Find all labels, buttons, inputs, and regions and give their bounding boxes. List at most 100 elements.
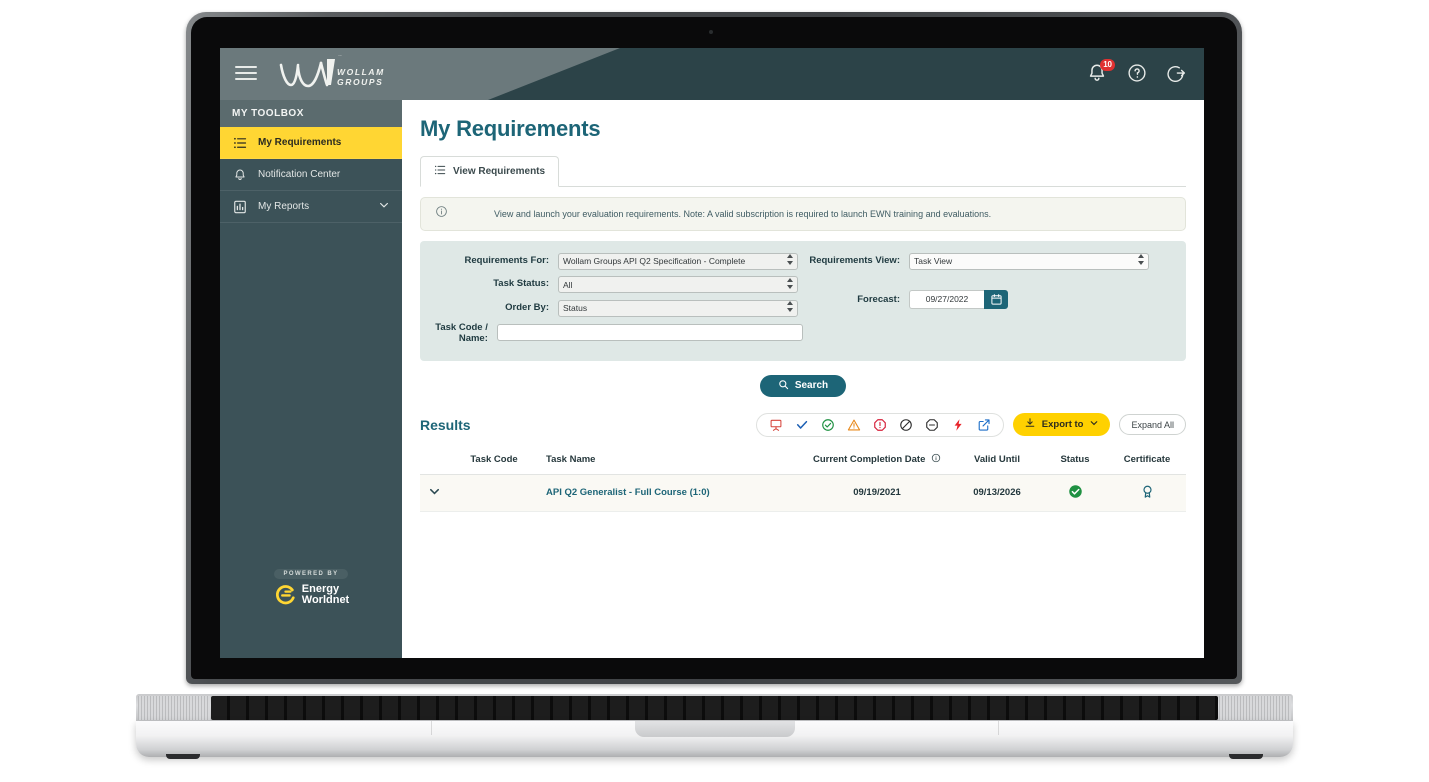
filter-row-order-by: Order By: Status: [432, 298, 803, 317]
calendar-icon[interactable]: [984, 289, 1008, 309]
ewn-swoosh-icon: [275, 585, 295, 605]
tab-bar: View Requirements: [420, 156, 1186, 187]
status-legend-bar: [755, 412, 1004, 437]
chevron-down-icon: [428, 488, 441, 501]
main-content: My Requirements View Requirements View a…: [402, 100, 1204, 658]
info-note-bar: View and launch your evaluation requirem…: [420, 197, 1186, 231]
laptop-base: [136, 694, 1293, 759]
cell-task-code: [448, 474, 540, 512]
filter-row-requirements-view: Requirements View: Task View: [803, 251, 1174, 270]
row-expand-toggle[interactable]: [420, 474, 448, 512]
search-icon: [778, 379, 789, 393]
screenshot-stage: ™ WOLLAM GROUPS 10 MY TOOLBOX My Require…: [0, 0, 1429, 782]
filter-row-task-status: Task Status: All: [432, 275, 803, 293]
download-icon: [1024, 417, 1036, 432]
warning-triangle-icon[interactable]: [847, 418, 861, 432]
cell-certificate: [1108, 474, 1186, 512]
sidebar-item-notification-center[interactable]: Notification Center: [220, 159, 402, 191]
no-entry-circle-icon[interactable]: [899, 418, 913, 432]
laptop-screen: ™ WOLLAM GROUPS 10 MY TOOLBOX My Require…: [220, 48, 1204, 658]
bell-icon: [232, 167, 247, 182]
table-header-row: Task Code Task Name Current Completion D…: [420, 448, 1186, 475]
filters-panel: Requirements For: Wollam Groups API Q2 S…: [420, 241, 1186, 361]
powered-by-label: POWERED BY: [274, 569, 348, 579]
export-to-label: Export to: [1041, 419, 1084, 430]
sidebar-item-my-reports[interactable]: My Reports: [220, 191, 402, 223]
results-table: Task Code Task Name Current Completion D…: [420, 448, 1186, 512]
exclamation-octagon-icon[interactable]: [873, 418, 887, 432]
task-name-link[interactable]: API Q2 Generalist - Full Course (1:0): [546, 487, 710, 498]
keyboard-keys: [211, 696, 1218, 720]
speaker-grille-left: [138, 696, 210, 720]
brand-logo[interactable]: ™ WOLLAM GROUPS: [275, 53, 395, 95]
forecast-date-group: [909, 289, 1008, 309]
hamburger-menu-icon[interactable]: [235, 63, 257, 83]
results-table-head: Task Code Task Name Current Completion D…: [420, 448, 1186, 475]
base-seam-right: [998, 721, 999, 735]
sidebar-item-label: My Reports: [258, 201, 310, 212]
cell-current-completion-date: 09/19/2021: [802, 474, 952, 512]
info-circle-icon[interactable]: [931, 453, 941, 466]
tab-view-requirements[interactable]: View Requirements: [420, 156, 560, 187]
column-header-certificate: Certificate: [1108, 448, 1186, 475]
forecast-label: Forecast:: [857, 293, 900, 305]
info-note-text: View and launch your evaluation requirem…: [494, 209, 992, 219]
column-header-expand: [420, 448, 448, 475]
lightning-bolt-icon[interactable]: [951, 418, 965, 432]
tab-label: View Requirements: [453, 166, 546, 177]
requirements-view-label: Requirements View:: [809, 254, 900, 266]
results-title: Results: [420, 416, 471, 433]
cell-status: [1042, 474, 1108, 512]
wollam-groups-logo-mark: ™ WOLLAM GROUPS: [279, 53, 383, 88]
app-header: ™ WOLLAM GROUPS 10: [220, 48, 1204, 100]
list-icon: [434, 164, 446, 179]
brand-sub-text: GROUPS: [337, 77, 383, 87]
column-header-task-code: Task Code: [448, 448, 540, 475]
help-question-icon[interactable]: [1126, 62, 1150, 86]
export-to-button[interactable]: Export to: [1012, 413, 1111, 436]
external-link-icon[interactable]: [977, 418, 991, 432]
header-actions: 10: [1086, 48, 1190, 100]
task-code-input[interactable]: [496, 324, 803, 341]
sidebar-item-my-requirements[interactable]: My Requirements: [220, 127, 402, 159]
column-header-current-completion-date: Current Completion Date: [802, 448, 952, 475]
sidebar-item-label: Notification Center: [258, 169, 341, 180]
check-icon[interactable]: [795, 418, 809, 432]
search-button[interactable]: Search: [759, 374, 847, 397]
notification-bell-icon[interactable]: 10: [1086, 59, 1115, 86]
task-status-label: Task Status:: [493, 278, 549, 290]
chevron-down-icon[interactable]: [378, 199, 390, 214]
page-title: My Requirements: [420, 116, 601, 141]
award-ribbon-icon[interactable]: [1140, 485, 1155, 502]
filter-row-requirements-for: Requirements For: Wollam Groups API Q2 S…: [432, 251, 803, 270]
vendor-name-line2: Worldnet: [301, 594, 350, 606]
notification-count-badge: 10: [1100, 59, 1115, 71]
chevron-down-icon: [1089, 418, 1099, 431]
minus-octagon-icon[interactable]: [925, 418, 939, 432]
order-by-label: Order By:: [505, 301, 549, 313]
sidebar-item-label: My Requirements: [258, 137, 342, 148]
requirements-view-select[interactable]: Task View: [909, 252, 1149, 270]
results-table-body: API Q2 Generalist - Full Course (1:0) 09…: [420, 474, 1186, 512]
laptop-foot-right: [1229, 754, 1263, 759]
search-row: Search: [420, 374, 1186, 397]
base-seam-left: [431, 721, 432, 735]
classroom-projector-icon[interactable]: [769, 418, 783, 432]
laptop-foot-left: [166, 754, 200, 759]
laptop-latch-notch: [634, 721, 795, 737]
report-chart-icon: [232, 199, 247, 214]
expand-all-button[interactable]: Expand All: [1119, 414, 1186, 435]
svg-text:™: ™: [337, 55, 342, 59]
cell-task-name: API Q2 Generalist - Full Course (1:0): [540, 474, 802, 512]
table-row[interactable]: API Q2 Generalist - Full Course (1:0) 09…: [420, 474, 1186, 512]
logout-icon[interactable]: [1166, 62, 1190, 86]
app-body: MY TOOLBOX My Requirements Notification …: [220, 100, 1204, 658]
task-status-select[interactable]: All: [558, 276, 798, 293]
sidebar: MY TOOLBOX My Requirements Notification …: [220, 100, 402, 658]
forecast-date-input[interactable]: [909, 289, 984, 309]
check-circle-icon[interactable]: [821, 418, 835, 432]
webcam-dot: [709, 30, 713, 34]
order-by-select[interactable]: Status: [558, 299, 798, 317]
column-header-label: Current Completion Date: [812, 453, 926, 465]
requirements-for-select[interactable]: Wollam Groups API Q2 Specification - Com…: [558, 252, 798, 270]
